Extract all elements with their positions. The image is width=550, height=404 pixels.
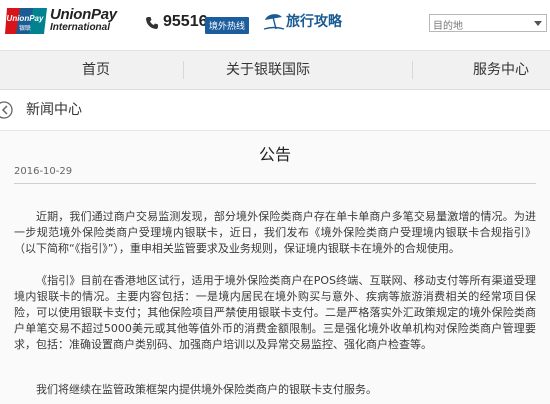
divider xyxy=(14,183,536,184)
site-header: UnionPay 银联 UnionPay International 95516… xyxy=(0,0,550,50)
unionpay-logo-icon[interactable]: UnionPay 银联 xyxy=(4,6,48,36)
logo-wordmark-line2: International xyxy=(50,22,111,33)
section-header: 新闻中心 xyxy=(0,90,550,131)
section-title: 新闻中心 xyxy=(26,102,82,118)
unionpay-wordmark[interactable]: UnionPay International xyxy=(50,7,117,33)
nav-divider xyxy=(412,61,413,79)
article-paragraph: 《指引》目前在香港地区试行，适用于境外保险类商户在POS终端、互联网、移动支付等… xyxy=(14,274,536,351)
article: 公告 2016-10-29 近期，我们通过商户交易监测发现，部分境外保险类商户存… xyxy=(0,131,550,404)
article-date: 2016-10-29 xyxy=(14,166,73,177)
nav-item-about[interactable]: 关于银联国际 xyxy=(226,51,310,89)
chevron-down-icon xyxy=(534,21,542,26)
hotline-badge: 境外热线 xyxy=(205,17,250,34)
main-nav: 首页 关于银联国际 服务中心 xyxy=(0,50,550,90)
nav-divider xyxy=(183,61,184,79)
logo-wordmark-line1: UnionPay xyxy=(50,6,117,23)
article-paragraph: 近期，我们通过商户交易监测发现，部分境外保险类商户存在单卡单商户多笔交易量激增的… xyxy=(14,210,536,255)
phone-icon xyxy=(145,15,159,29)
destination-placeholder: 目的地 xyxy=(433,21,463,32)
hotline-phone: 95516 xyxy=(145,13,208,31)
destination-select[interactable]: 目的地 xyxy=(429,14,547,32)
article-title: 公告 xyxy=(258,145,291,164)
phone-number: 95516 xyxy=(163,13,208,30)
nav-item-home[interactable]: 首页 xyxy=(82,51,110,89)
article-paragraph: 我们将继续在监管政策框架内提供境外保险类商户的银联卡支付服务。 xyxy=(36,383,377,396)
nav-item-service-center[interactable]: 服务中心 xyxy=(473,51,529,89)
travel-guide-link[interactable]: 旅行攻略 xyxy=(263,11,342,31)
travel-guide-label: 旅行攻略 xyxy=(286,14,342,30)
logo-badge-subtext: 银联 xyxy=(19,24,31,32)
back-arrow-icon[interactable] xyxy=(0,101,18,119)
logo-badge-text: UnionPay xyxy=(7,14,44,23)
beach-umbrella-icon xyxy=(263,11,285,31)
